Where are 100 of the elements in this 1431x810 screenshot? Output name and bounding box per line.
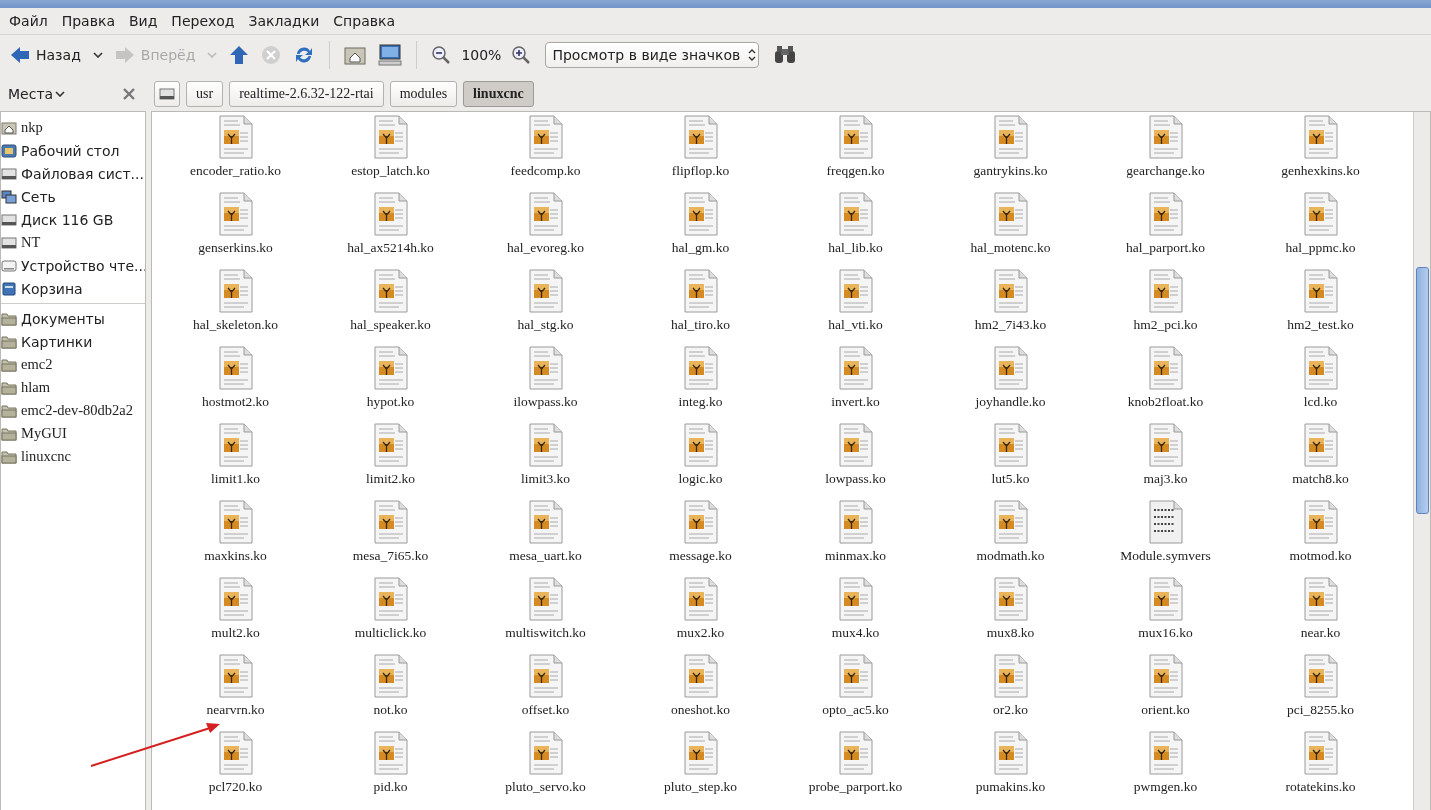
file-name[interactable]: lcd.ko: [1303, 394, 1338, 410]
file-name[interactable]: multiswitch.ko: [505, 625, 586, 641]
menu-item[interactable]: Вид: [121, 11, 165, 31]
sidebar-item[interactable]: Файловая сист...: [1, 162, 145, 185]
file-name[interactable]: pci_8255.ko: [1286, 702, 1355, 718]
file-name[interactable]: mesa_uart.ko: [509, 548, 582, 564]
file-name[interactable]: maxkins.ko: [204, 548, 267, 564]
file-name[interactable]: encoder_ratio.ko: [189, 163, 282, 179]
file-name[interactable]: gearchange.ko: [1126, 163, 1205, 179]
sidebar-item[interactable]: Корзина: [1, 277, 145, 300]
file-name[interactable]: hal_speaker.ko: [350, 317, 431, 333]
sidebar-item[interactable]: NT: [1, 231, 145, 254]
file-name[interactable]: message.ko: [669, 548, 732, 564]
file-name[interactable]: offset.ko: [521, 702, 570, 718]
sidebar-item[interactable]: linuxcnc: [1, 445, 145, 468]
file-name[interactable]: flipflop.ko: [671, 163, 730, 179]
file-name[interactable]: invert.ko: [831, 394, 880, 410]
file-name[interactable]: near.ko: [1300, 625, 1341, 641]
file-name[interactable]: genserkins.ko: [198, 240, 273, 256]
menu-item[interactable]: Закладки: [241, 11, 327, 31]
file-name[interactable]: hal_skeleton.ko: [192, 317, 279, 333]
file-name[interactable]: mux4.ko: [831, 625, 880, 641]
file-name[interactable]: mesa_7i65.ko: [352, 548, 429, 564]
file-name[interactable]: lowpass.ko: [825, 471, 886, 487]
file-name[interactable]: hal_evoreg.ko: [507, 240, 584, 256]
file-name[interactable]: hm2_test.ko: [1287, 317, 1354, 333]
path-segment-button[interactable]: usr: [186, 81, 224, 107]
file-name[interactable]: pcl720.ko: [208, 779, 263, 795]
drive-root-button[interactable]: [154, 81, 180, 107]
back-button[interactable]: Назад: [6, 42, 85, 68]
file-name[interactable]: probe_parport.ko: [808, 779, 903, 795]
sidebar-item[interactable]: Диск 116 GB: [1, 208, 145, 231]
file-name[interactable]: modmath.ko: [976, 548, 1045, 564]
sidebar-item[interactable]: hlam: [1, 376, 145, 399]
file-name[interactable]: motmod.ko: [1289, 548, 1352, 564]
file-name[interactable]: hal_parport.ko: [1125, 240, 1206, 256]
file-name[interactable]: hostmot2.ko: [201, 394, 270, 410]
file-name[interactable]: logic.ko: [678, 471, 723, 487]
file-name[interactable]: orient.ko: [1141, 702, 1190, 718]
file-name[interactable]: minmax.ko: [824, 548, 887, 564]
file-name[interactable]: Module.symvers: [1120, 548, 1211, 564]
file-name[interactable]: maj3.ko: [1143, 471, 1188, 487]
file-name[interactable]: mult2.ko: [211, 625, 260, 641]
file-name[interactable]: ilowpass.ko: [513, 394, 578, 410]
file-name[interactable]: hal_gm.ko: [671, 240, 730, 256]
file-name[interactable]: pluto_step.ko: [663, 779, 738, 795]
file-name[interactable]: hal_tiro.ko: [671, 317, 730, 333]
file-name[interactable]: hal_stg.ko: [517, 317, 574, 333]
file-name[interactable]: feedcomp.ko: [510, 163, 581, 179]
file-name[interactable]: pid.ko: [373, 779, 408, 795]
path-segment-button[interactable]: linuxcnc: [463, 81, 534, 107]
file-name[interactable]: freqgen.ko: [826, 163, 885, 179]
file-name[interactable]: pwmgen.ko: [1133, 779, 1198, 795]
sidebar-item[interactable]: emc2: [1, 353, 145, 376]
file-name[interactable]: opto_ac5.ko: [822, 702, 889, 718]
menu-item[interactable]: Справка: [326, 11, 402, 31]
file-name[interactable]: not.ko: [373, 702, 408, 718]
file-name[interactable]: integ.ko: [678, 394, 723, 410]
view-mode-select[interactable]: Просмотр в виде значков: [545, 42, 760, 68]
file-name[interactable]: joyhandle.ko: [975, 394, 1046, 410]
file-name[interactable]: hal_motenc.ko: [970, 240, 1051, 256]
menu-item[interactable]: Правка: [54, 11, 122, 31]
menu-item[interactable]: Переход: [164, 11, 242, 31]
file-name[interactable]: hm2_pci.ko: [1133, 317, 1198, 333]
scrollbar[interactable]: [1413, 112, 1430, 810]
sidebar-item[interactable]: Картинки: [1, 330, 145, 353]
file-name[interactable]: multiclick.ko: [354, 625, 427, 641]
file-name[interactable]: hal_ax5214h.ko: [347, 240, 434, 256]
file-name[interactable]: nearvrn.ko: [206, 702, 265, 718]
places-dropdown[interactable]: Места: [8, 81, 66, 107]
file-name[interactable]: estop_latch.ko: [351, 163, 430, 179]
sidebar-item[interactable]: Сеть: [1, 185, 145, 208]
sidebar-item[interactable]: Документы: [1, 307, 145, 330]
file-name[interactable]: mux16.ko: [1138, 625, 1193, 641]
menu-item[interactable]: Файл: [2, 11, 55, 31]
sidebar-item[interactable]: emc2-dev-80db2a2: [1, 399, 145, 422]
file-name[interactable]: hal_lib.ko: [828, 240, 883, 256]
sidebar-item[interactable]: nkp: [1, 116, 145, 139]
file-name[interactable]: genhexkins.ko: [1281, 163, 1360, 179]
file-name[interactable]: oneshot.ko: [671, 702, 730, 718]
file-name[interactable]: pumakins.ko: [975, 779, 1046, 795]
file-name[interactable]: gantrykins.ko: [973, 163, 1048, 179]
sidebar-item[interactable]: MyGUI: [1, 422, 145, 445]
file-name[interactable]: lut5.ko: [991, 471, 1030, 487]
file-name[interactable]: limit2.ko: [365, 471, 416, 487]
path-segment-button[interactable]: modules: [389, 81, 458, 107]
file-name[interactable]: hm2_7i43.ko: [974, 317, 1047, 333]
file-name[interactable]: knob2float.ko: [1127, 394, 1204, 410]
file-name[interactable]: limit3.ko: [520, 471, 571, 487]
path-segment-button[interactable]: realtime-2.6.32-122-rtai: [229, 81, 384, 107]
file-name[interactable]: rotatekins.ko: [1285, 779, 1356, 795]
file-name[interactable]: limit1.ko: [210, 471, 261, 487]
sidebar-item[interactable]: Рабочий стол: [1, 139, 145, 162]
file-name[interactable]: pluto_servo.ko: [505, 779, 586, 795]
scrollbar-thumb[interactable]: [1416, 267, 1429, 514]
file-name[interactable]: or2.ko: [993, 702, 1028, 718]
file-name[interactable]: mux8.ko: [986, 625, 1035, 641]
file-name[interactable]: hal_vti.ko: [828, 317, 883, 333]
file-name[interactable]: match8.ko: [1292, 471, 1349, 487]
file-name[interactable]: hal_ppmc.ko: [1285, 240, 1356, 256]
